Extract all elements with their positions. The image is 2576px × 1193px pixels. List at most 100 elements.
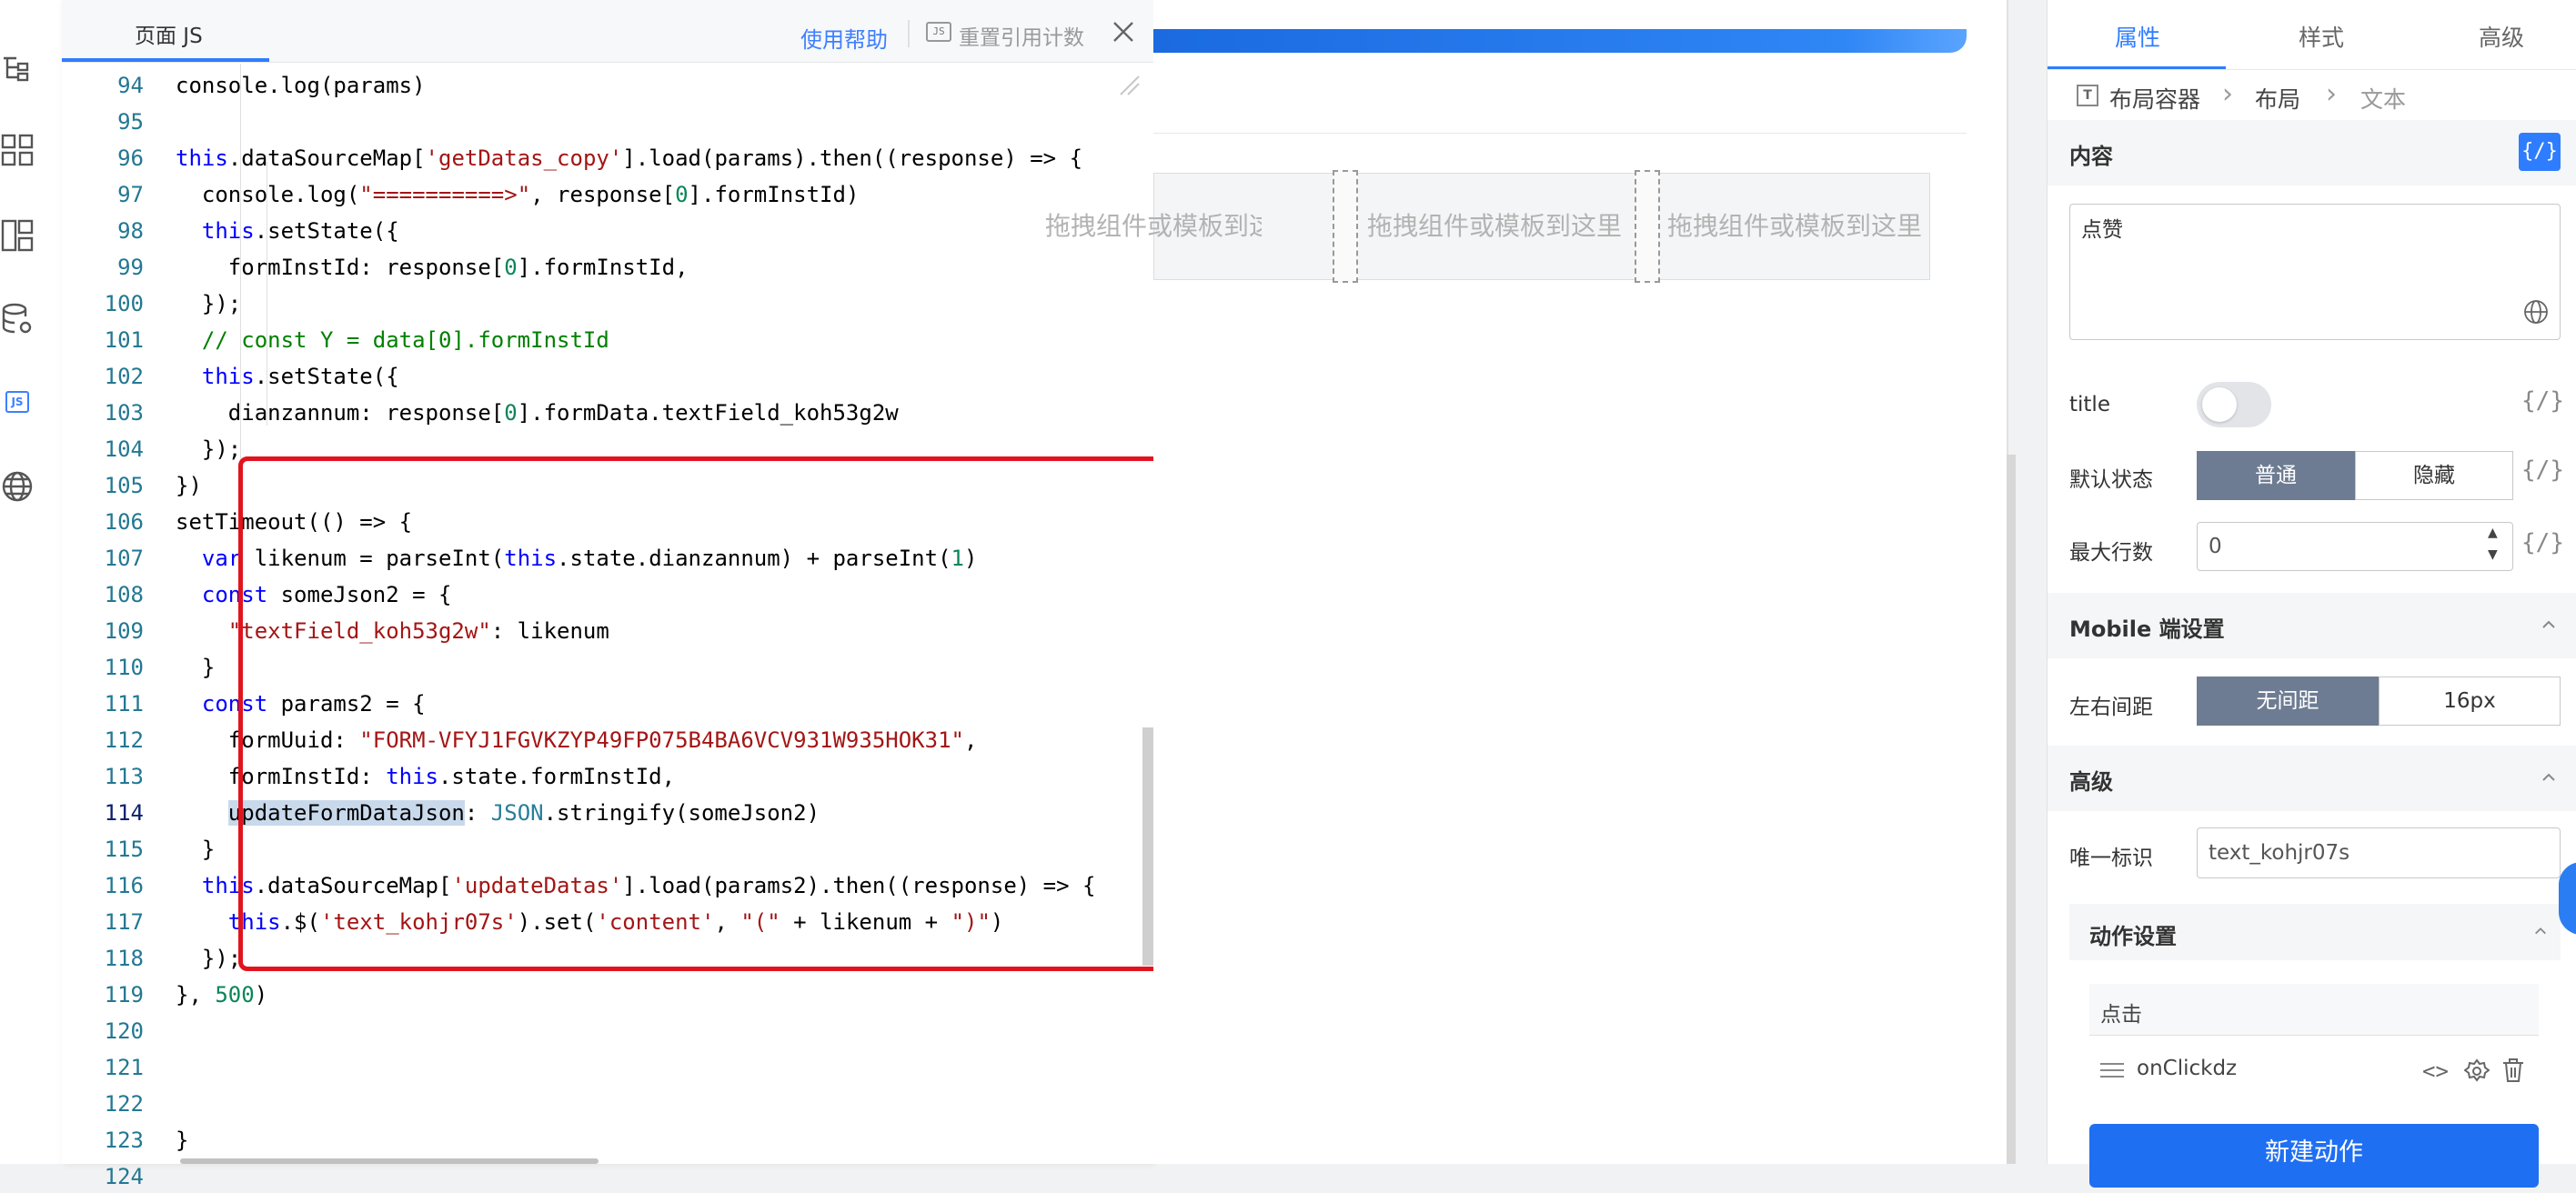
action-section-header[interactable]: 动作设置 (2069, 904, 2561, 960)
datasource-icon[interactable] (0, 302, 35, 336)
toggle-knob (2202, 387, 2237, 422)
mobile-section-header[interactable]: Mobile 端设置 (2048, 593, 2576, 658)
code-line[interactable]: 99 formInstId: response[0].formInstId, (62, 251, 1153, 284)
advanced-section-header[interactable]: 高级 (2048, 746, 2576, 811)
max-rows-label: 最大行数 (2069, 541, 2153, 565)
js-icon[interactable]: JS (5, 391, 29, 413)
content-expression-button[interactable]: {/} (2519, 133, 2561, 171)
line-number: 102 (104, 364, 144, 389)
line-number: 94 (117, 73, 144, 98)
floating-help-button[interactable] (2559, 862, 2576, 935)
action-handler-row[interactable]: onClickdz <> (2089, 1046, 2539, 1097)
chevron-up-icon (2535, 927, 2546, 935)
code-line[interactable]: 94 console.log(params) (62, 69, 1153, 102)
code-text: } (176, 1128, 189, 1153)
code-text: }) (176, 473, 202, 498)
code-text: } (176, 837, 216, 862)
dropzone-slot[interactable]: 拖拽组件或模板到这里 (1660, 174, 1929, 279)
code-line[interactable]: 121 (62, 1051, 1153, 1084)
line-number: 100 (104, 291, 144, 316)
code-line[interactable]: 95 (62, 105, 1153, 138)
state-hidden-option[interactable]: 隐藏 (2355, 451, 2513, 500)
stepper-down-icon[interactable]: ▼ (2488, 547, 2498, 562)
help-link[interactable]: 使用帮助 (800, 22, 888, 54)
line-number: 97 (117, 182, 144, 207)
line-number: 115 (104, 837, 144, 862)
code-line[interactable]: 96 this.dataSourceMap['getDatas_copy'].lo… (62, 142, 1153, 175)
code-line[interactable]: 123} (62, 1124, 1153, 1157)
line-number: 108 (104, 582, 144, 607)
vertical-scrollbar[interactable] (1142, 727, 1153, 966)
code-line[interactable]: 103 dianzannum: response[0].formData.tex… (62, 396, 1153, 429)
highlight-annotation-box (238, 456, 1195, 971)
new-action-button[interactable]: 新建动作 (2089, 1124, 2539, 1188)
code-line[interactable]: 97 console.log("==========>", response[0… (62, 178, 1153, 211)
header-divider (908, 20, 910, 47)
code-text: // const Y = data[0].formInstId (176, 327, 609, 353)
line-number: 121 (104, 1055, 144, 1080)
code-line[interactable]: 122 (62, 1088, 1153, 1120)
state-normal-option[interactable]: 普通 (2197, 451, 2355, 500)
code-text: }); (176, 291, 242, 316)
code-line[interactable]: 98 this.setState({ (62, 215, 1153, 247)
drag-handle-icon[interactable] (2100, 1062, 2124, 1078)
section-title: Mobile 端设置 (2069, 617, 2225, 642)
content-section-header: 内容 (2048, 120, 2576, 185)
globe-icon[interactable] (0, 469, 35, 504)
line-number: 118 (104, 946, 144, 971)
event-row: 点击 (2089, 984, 2539, 1036)
stepper-up-icon[interactable]: ▲ (2488, 526, 2498, 540)
line-number: 110 (104, 655, 144, 680)
horizontal-scrollbar[interactable] (180, 1158, 599, 1164)
line-number: 105 (104, 473, 144, 498)
design-canvas: 拖拽组件或模板到这里 拖拽组件或模板到这里 拖拽组件或模板到这里 (1045, 0, 2008, 1164)
breadcrumb-item-current: 文本 (2360, 86, 2407, 113)
canvas-scrollbar[interactable] (2007, 455, 2016, 1164)
section-title: 内容 (2069, 144, 2113, 169)
code-line[interactable]: 102 this.setState({ (62, 360, 1153, 393)
tab-properties[interactable]: 属性 (2115, 20, 2160, 53)
gear-icon[interactable] (2464, 1058, 2490, 1084)
dropzone-slot[interactable]: 拖拽组件或模板到这里 (1045, 174, 1262, 279)
resize-grip-icon[interactable] (1117, 73, 1142, 98)
uid-input[interactable] (2197, 827, 2561, 878)
code-text: dianzannum: response[0].formData.textFie… (176, 400, 899, 426)
tab-advanced[interactable]: 高级 (2479, 20, 2524, 53)
content-textarea[interactable]: 点赞 (2069, 204, 2561, 340)
breadcrumb-item[interactable]: 布局容器 (2109, 82, 2200, 115)
canvas-divider (1153, 133, 1967, 134)
reset-reference-count-button[interactable]: 重置引用计数 (959, 20, 1084, 51)
tab-page-js[interactable]: 页面 JS (135, 18, 203, 49)
column-splitter[interactable] (1635, 170, 1660, 283)
close-icon[interactable] (1110, 18, 1137, 45)
column-splitter[interactable] (1333, 170, 1358, 283)
code-line[interactable]: 100 }); (62, 287, 1153, 320)
components-grid-icon[interactable] (0, 133, 35, 167)
code-line[interactable]: 120 (62, 1015, 1153, 1048)
globe-icon[interactable] (2522, 298, 2550, 326)
title-toggle[interactable] (2197, 382, 2271, 427)
code-text: console.log("==========>", response[0].f… (176, 182, 860, 207)
code-text: this.setState({ (201, 364, 399, 389)
line-number: 111 (104, 691, 144, 717)
code-line[interactable]: 101 // const Y = data[0].formInstId (62, 324, 1153, 356)
title-expression-button[interactable]: {/} (2521, 387, 2564, 415)
tab-style[interactable]: 样式 (2299, 20, 2344, 53)
max-rows-input[interactable] (2197, 522, 2513, 571)
code-text: }); (176, 946, 242, 971)
margin-none-option[interactable]: 无间距 (2197, 677, 2379, 726)
section-title: 动作设置 (2089, 924, 2177, 949)
code-line[interactable]: 119}, 500) (62, 978, 1153, 1011)
state-expression-button[interactable]: {/} (2521, 456, 2564, 484)
code-line[interactable]: 124 (62, 1160, 1153, 1193)
dropzone-slot[interactable]: 拖拽组件或模板到这里 (1358, 174, 1631, 279)
code-icon[interactable]: <> (2422, 1058, 2449, 1084)
tabs-divider (2048, 69, 2576, 70)
max-rows-expression-button[interactable]: {/} (2521, 529, 2564, 556)
outline-tree-icon[interactable] (0, 51, 35, 85)
breadcrumb-item[interactable]: 布局 (2255, 82, 2300, 115)
trash-icon[interactable] (2501, 1057, 2526, 1084)
handler-name: onClickdz (2137, 1057, 2238, 1080)
margin-16px-option[interactable]: 16px (2379, 677, 2561, 726)
layout-icon[interactable] (0, 218, 35, 253)
